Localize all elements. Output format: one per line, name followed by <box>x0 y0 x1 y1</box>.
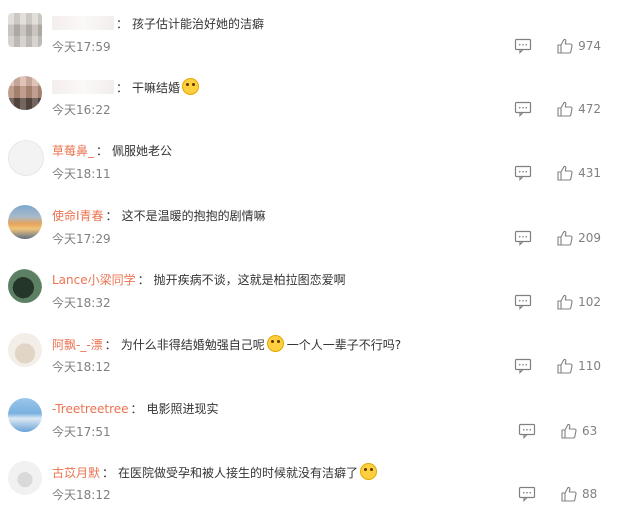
comment-time: 今天17:51 <box>52 425 111 439</box>
comment-actions: 102 <box>514 294 601 310</box>
comment-line: 使命I青春：这不是温暖的抱抱的剧情嘛 <box>52 207 266 224</box>
comment-actions: 974 <box>514 38 601 54</box>
colon-separator: ： <box>96 144 109 158</box>
comment-text-continued: 一个人一辈子不行吗? <box>286 338 402 352</box>
like-count: 88 <box>582 487 598 501</box>
thumbs-up-icon[interactable] <box>557 165 573 181</box>
comment-line: ：干嘛结婚 <box>52 78 200 96</box>
reply-icon[interactable] <box>514 165 532 181</box>
comment-text: 电影照进现实 <box>146 402 219 416</box>
like-count: 110 <box>578 359 601 373</box>
comment-time: 今天18:11 <box>52 167 111 181</box>
user-name[interactable]: 阿飘-_-漂 <box>52 338 103 352</box>
avatar[interactable] <box>8 76 42 110</box>
thumbs-up-icon[interactable] <box>561 423 577 439</box>
reply-icon[interactable] <box>514 38 532 54</box>
reply-icon[interactable] <box>514 358 532 374</box>
colon-separator: ： <box>116 81 129 95</box>
comment-line: 古苡月默：在医院做受孕和被人接生的时候就没有洁癖了 <box>52 463 378 481</box>
reply-icon[interactable] <box>518 486 536 502</box>
comment-line: ：孩子估计能治好她的洁癖 <box>52 15 264 32</box>
comment-item: ：孩子估计能治好她的洁癖 今天17:59 974 <box>0 13 621 77</box>
comment-list: ：孩子估计能治好她的洁癖 今天17:59 974 ：干嘛结婚 今天16:22 4… <box>0 0 621 519</box>
colon-separator: ： <box>102 466 115 480</box>
thumbs-up-icon[interactable] <box>557 38 573 54</box>
comment-text: 佩服她老公 <box>112 144 173 158</box>
comment-item: 草莓鼻_：佩服她老公 今天18:11 431 <box>0 140 621 204</box>
comment-text: 孩子估计能治好她的洁癖 <box>132 17 265 31</box>
user-name[interactable]: 使命I青春 <box>52 209 104 223</box>
avatar[interactable] <box>8 13 42 47</box>
avatar[interactable] <box>8 398 42 432</box>
comment-line: -Treetreetree：电影照进现实 <box>52 400 219 417</box>
thumbs-up-icon[interactable] <box>557 101 573 117</box>
comment-actions: 88 <box>518 486 601 502</box>
comment-time: 今天17:29 <box>52 232 111 246</box>
colon-separator: ： <box>130 402 143 416</box>
emoji-icon <box>266 335 284 352</box>
comment-item: 古苡月默：在医院做受孕和被人接生的时候就没有洁癖了 今天18:12 88 <box>0 461 621 525</box>
comment-time: 今天16:22 <box>52 103 111 117</box>
colon-separator: ： <box>137 273 150 287</box>
comment-text: 抛开疾病不谈，这就是柏拉图恋爱啊 <box>153 273 346 287</box>
colon-separator: ： <box>116 17 129 31</box>
comment-item: 使命I青春：这不是温暖的抱抱的剧情嘛 今天17:29 209 <box>0 205 621 269</box>
comment-text: 在医院做受孕和被人接生的时候就没有洁癖了 <box>118 466 359 480</box>
comment-actions: 431 <box>514 165 601 181</box>
user-name[interactable]: 古苡月默 <box>52 466 100 480</box>
user-name[interactable]: Lance小梁同学 <box>52 273 136 287</box>
comment-item: -Treetreetree：电影照进现实 今天17:51 63 <box>0 398 621 462</box>
user-name[interactable]: 草莓鼻_ <box>52 144 94 158</box>
like-count: 431 <box>578 166 601 180</box>
like-count: 472 <box>578 102 601 116</box>
comment-actions: 209 <box>514 230 601 246</box>
user-name[interactable] <box>52 16 114 30</box>
thumbs-up-icon[interactable] <box>557 294 573 310</box>
avatar[interactable] <box>8 205 42 239</box>
comment-line: Lance小梁同学：抛开疾病不谈，这就是柏拉图恋爱啊 <box>52 271 346 288</box>
avatar[interactable] <box>8 269 42 303</box>
comment-line: 草莓鼻_：佩服她老公 <box>52 142 172 159</box>
reply-icon[interactable] <box>514 294 532 310</box>
reply-icon[interactable] <box>518 423 536 439</box>
comment-item: 阿飘-_-漂：为什么非得结婚勉强自己呢 一个人一辈子不行吗? 今天18:12 11… <box>0 333 621 397</box>
like-count: 974 <box>578 39 601 53</box>
avatar[interactable] <box>8 140 44 176</box>
comment-text: 为什么非得结婚勉强自己呢 <box>120 338 265 352</box>
user-name[interactable]: -Treetreetree <box>52 402 129 416</box>
like-count: 209 <box>578 231 601 245</box>
colon-separator: ： <box>105 209 118 223</box>
comment-actions: 472 <box>514 101 601 117</box>
comment-item: ：干嘛结婚 今天16:22 472 <box>0 76 621 140</box>
comment-time: 今天18:12 <box>52 488 111 502</box>
comment-line: 阿飘-_-漂：为什么非得结婚勉强自己呢 一个人一辈子不行吗? <box>52 335 401 353</box>
avatar[interactable] <box>8 333 42 367</box>
avatar[interactable] <box>8 461 42 495</box>
comment-time: 今天17:59 <box>52 40 111 54</box>
user-name[interactable] <box>52 80 114 94</box>
like-count: 102 <box>578 295 601 309</box>
comment-text: 这不是温暖的抱抱的剧情嘛 <box>121 209 266 223</box>
comment-time: 今天18:32 <box>52 296 111 310</box>
comment-item: Lance小梁同学：抛开疾病不谈，这就是柏拉图恋爱啊 今天18:32 102 <box>0 269 621 333</box>
emoji-icon <box>360 463 378 480</box>
thumbs-up-icon[interactable] <box>561 486 577 502</box>
comment-actions: 110 <box>514 358 601 374</box>
thumbs-up-icon[interactable] <box>557 230 573 246</box>
thumbs-up-icon[interactable] <box>557 358 573 374</box>
colon-separator: ： <box>104 338 117 352</box>
comment-actions: 63 <box>518 423 601 439</box>
reply-icon[interactable] <box>514 230 532 246</box>
comment-time: 今天18:12 <box>52 360 111 374</box>
reply-icon[interactable] <box>514 101 532 117</box>
comment-text: 干嘛结婚 <box>132 81 181 95</box>
like-count: 63 <box>582 424 598 438</box>
emoji-icon <box>182 78 200 95</box>
